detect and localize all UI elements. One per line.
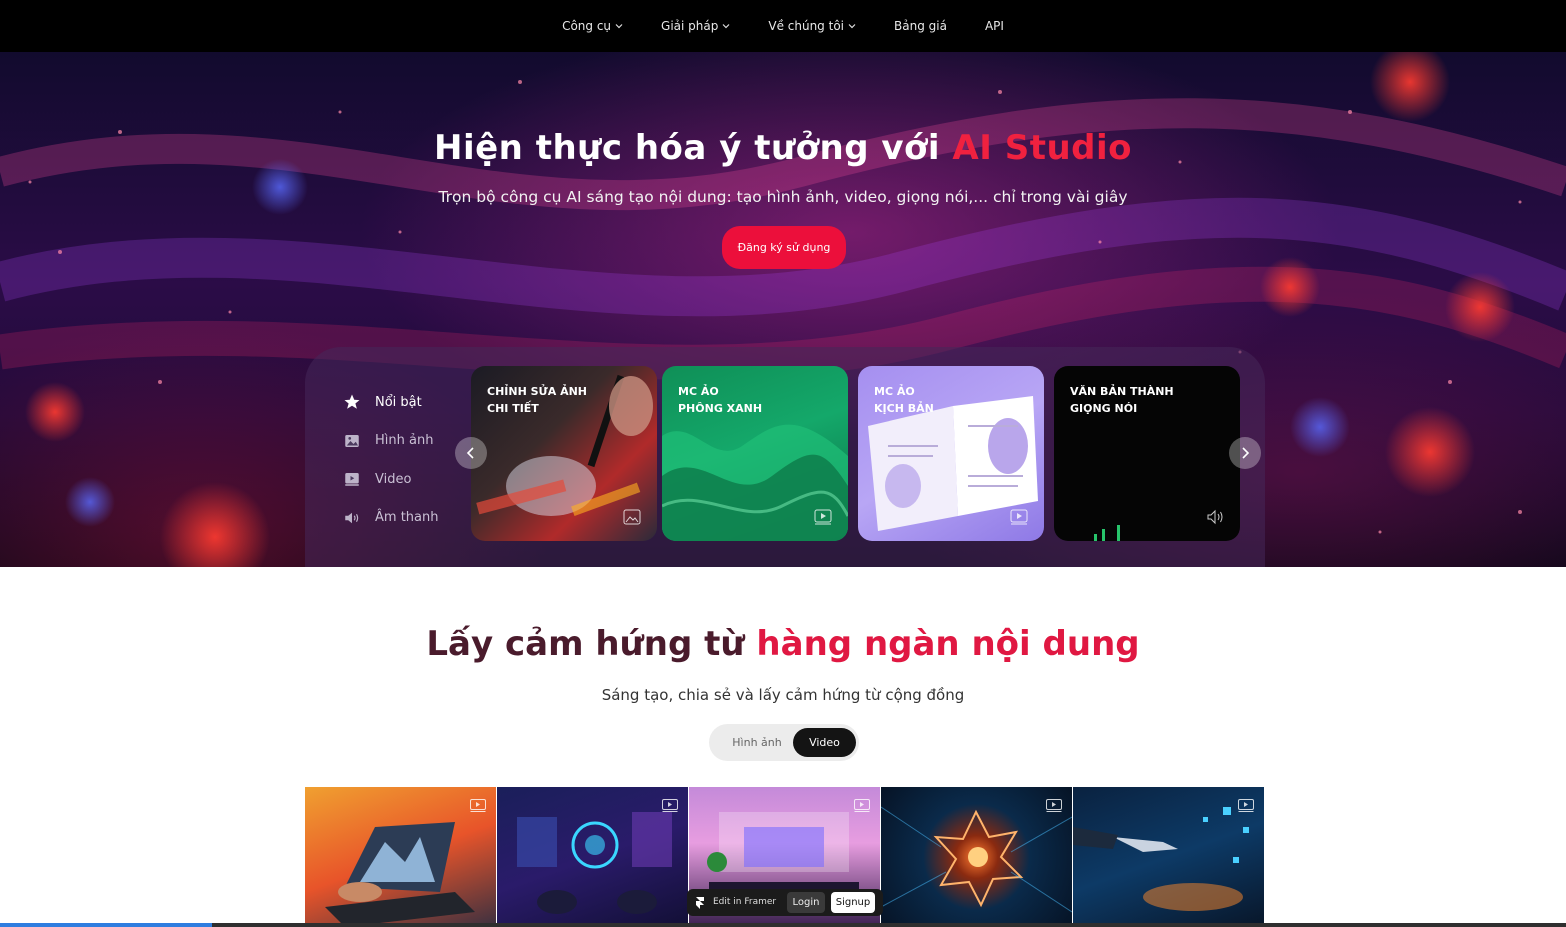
framer-logo-icon [696,896,704,909]
nav-item-tools[interactable]: Công cụ [562,19,623,33]
card-label-line1: VĂN BẢN THÀNH [1070,385,1174,398]
feature-card-tts[interactable]: VĂN BẢN THÀNH GIỌNG NÓI [1054,366,1240,541]
thumb-artwork [325,822,475,927]
scroll-progress [0,923,212,927]
inspiration-title-red: hàng ngàn nội dung [756,624,1140,664]
thumb-artwork [517,812,672,914]
card-label-line2: KỊCH BẢN [874,402,934,415]
image-icon [623,509,641,525]
chevron-down-icon [848,24,856,29]
card-label: MC ẢO PHÔNG XANH [678,383,828,417]
chevron-right-icon [1242,447,1250,459]
card-label-line1: MC ẢO [678,385,719,398]
star-icon [344,394,360,409]
card-label: CHỈNH SỬA ẢNH CHI TIẾT [487,383,637,417]
login-button[interactable]: Login [787,892,825,913]
card-label: VĂN BẢN THÀNH GIỌNG NÓI [1070,383,1220,417]
category-audio[interactable]: Âm thanh [343,499,438,538]
hero-title-main: Hiện thực hóa ý tưởng với [433,128,953,168]
video-icon [470,799,486,812]
toggle-video[interactable]: Video [793,728,856,757]
category-label: Nổi bật [375,394,422,410]
carousel-prev-button[interactable] [455,437,487,469]
toggle-image[interactable]: Hình ảnh [717,728,797,757]
carousel-next-button[interactable] [1229,437,1261,469]
thumb-artwork [1073,807,1249,911]
video-icon [345,473,359,486]
edit-in-framer-link[interactable]: Edit in Framer [713,897,781,908]
category-featured[interactable]: Nổi bật [343,383,438,422]
card-label-line1: CHỈNH SỬA ẢNH [487,385,587,398]
feature-panel: Nổi bật Hình ảnh Video Âm thanh CHỈNH SỬ… [305,347,1265,567]
video-icon [1046,799,1062,812]
nav-item-about[interactable]: Về chúng tôi [768,19,856,33]
gallery-item[interactable] [881,787,1072,927]
hero-title-accent: AI Studio [952,128,1133,168]
chevron-down-icon [615,24,623,29]
gallery-item[interactable] [305,787,496,927]
gallery-item[interactable] [1073,787,1264,927]
video-icon [854,799,870,812]
nav-label: Công cụ [562,19,612,33]
thumb-artwork [881,806,1072,913]
speaker-icon [1207,509,1223,525]
top-nav: Công cụ Giải pháp Về chúng tôi Bảng giá … [0,0,1566,52]
nav-item-api[interactable]: API [985,19,1004,33]
category-label: Video [375,471,412,487]
media-type-toggle: Hình ảnh Video [709,724,859,761]
card-label: MC ẢO KỊCH BẢN [874,383,1024,417]
inspiration-title: Lấy cảm hứng từ hàng ngàn nội dung [0,624,1566,664]
nav-label: Về chúng tôi [768,19,844,33]
feature-card-green-screen[interactable]: MC ẢO PHÔNG XANH [662,366,848,541]
hero-title: Hiện thực hóa ý tưởng với AI Studio [0,128,1566,168]
nav-label: Bảng giá [894,19,947,33]
video-icon [1238,799,1254,812]
card-label-line1: MC ẢO [874,385,915,398]
card-label-line2: CHI TIẾT [487,402,539,415]
inspiration-title-dark: Lấy cảm hứng từ [426,624,757,664]
category-video[interactable]: Video [343,460,438,499]
chevron-down-icon [722,24,730,29]
chevron-left-icon [466,447,474,459]
speaker-icon [345,512,359,523]
video-icon [662,799,678,812]
feature-card-script[interactable]: MC ẢO KỊCH BẢN [858,366,1044,541]
video-icon [1010,509,1028,525]
signup-button[interactable]: Đăng ký sử dụng [722,226,846,269]
category-list: Nổi bật Hình ảnh Video Âm thanh [343,383,438,537]
inspiration-subtitle: Sáng tạo, chia sẻ và lấy cảm hứng từ cộn… [601,686,965,704]
card-label-line2: GIỌNG NÓI [1070,402,1138,415]
card-label-line2: PHÔNG XANH [678,402,763,415]
hero-subtitle: Trọn bộ công cụ AI sáng tạo nội dung: tạ… [438,188,1128,206]
feature-card-photo-edit[interactable]: CHỈNH SỬA ẢNH CHI TIẾT [471,366,657,541]
nav-label: API [984,19,1004,33]
framer-signup-button[interactable]: Signup [831,892,875,913]
category-label: Âm thanh [375,510,439,526]
video-icon [814,509,832,525]
category-label: Hình ảnh [375,433,434,449]
nav-item-pricing[interactable]: Bảng giá [894,19,947,33]
image-icon [345,434,359,447]
nav-label: Giải pháp [661,19,719,33]
bottom-scroll-bar [0,923,1566,927]
category-image[interactable]: Hình ảnh [343,422,438,461]
gallery-item[interactable] [497,787,688,927]
framer-badge: Edit in Framer Login Signup [687,889,883,916]
nav-item-solutions[interactable]: Giải pháp [661,19,730,33]
hero-section: Hiện thực hóa ý tưởng với AI Studio Trọn… [0,52,1566,567]
